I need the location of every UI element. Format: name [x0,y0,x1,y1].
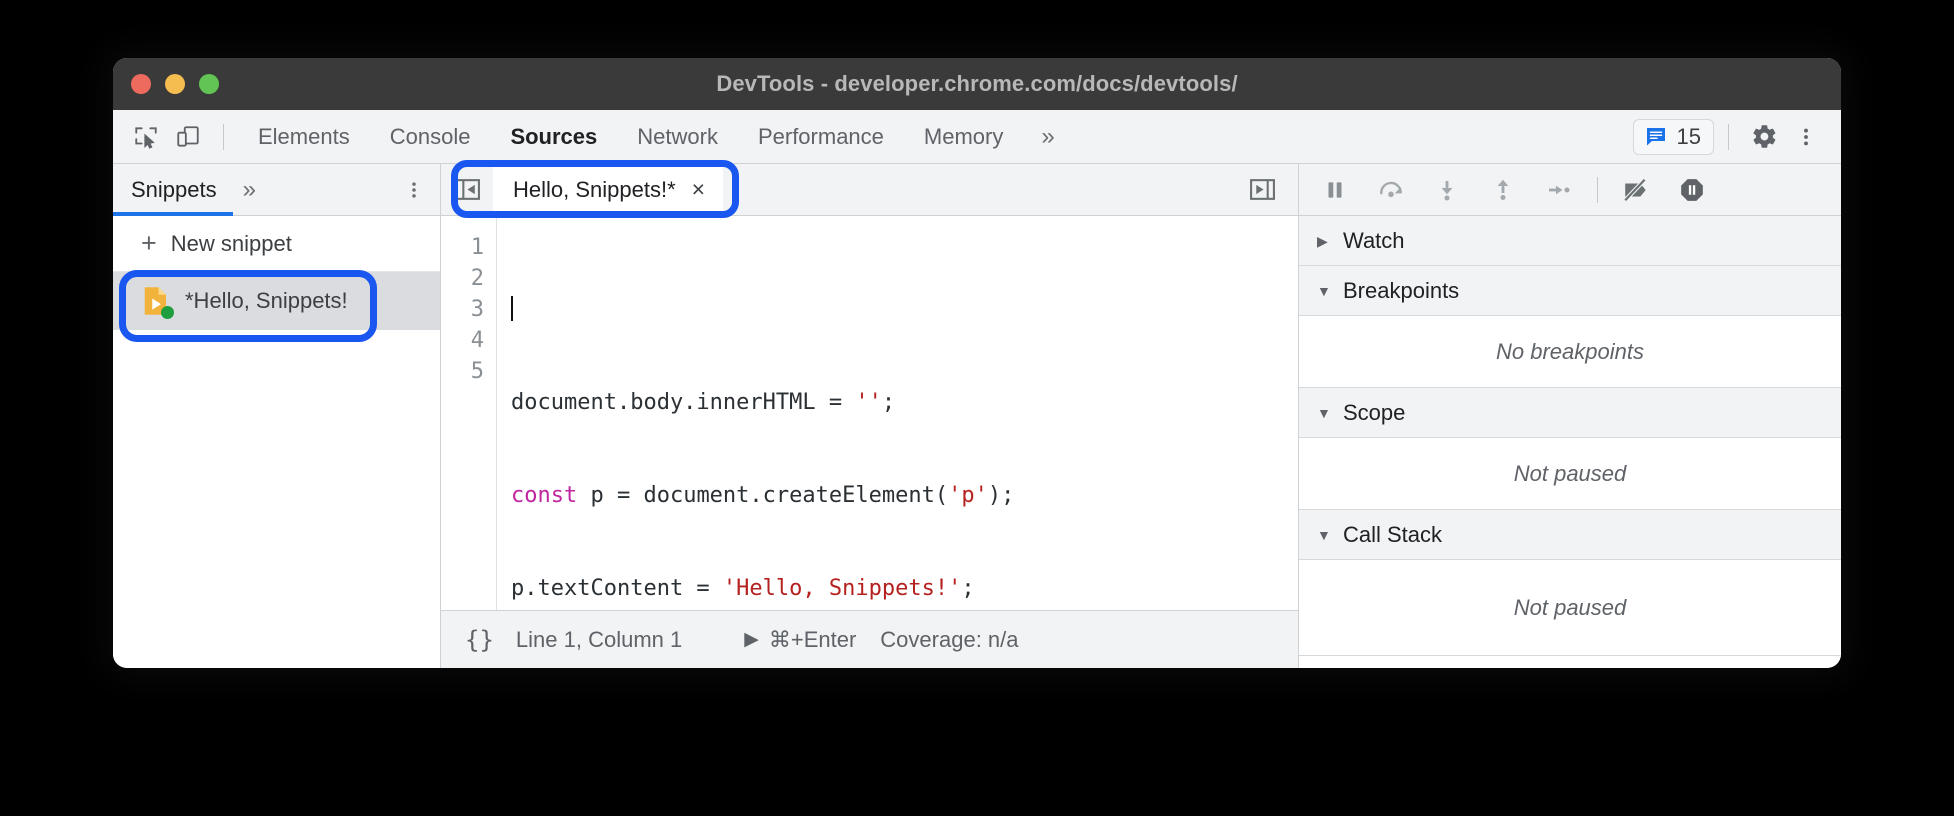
tab-elements[interactable]: Elements [238,110,370,163]
debugger-divider [1597,176,1598,203]
code-line-1 [511,294,1014,325]
window-titlebar: DevTools - developer.chrome.com/docs/dev… [113,58,1841,110]
scope-empty-message: Not paused [1299,438,1841,510]
close-icon[interactable]: × [692,178,705,201]
snippet-item-label: *Hello, Snippets! [185,288,348,313]
snippet-run-badge-icon [161,306,174,319]
line-number: 2 [470,266,484,291]
code-line-3: const p = document.createElement('p'); [511,483,1015,508]
section-title-scope: Scope [1343,399,1406,425]
editor-file-tab-label: Hello, Snippets!* [513,176,676,202]
issues-badge[interactable]: 15 [1632,118,1714,155]
expand-right-panel-icon[interactable] [1236,177,1288,202]
more-tabs-chevron-icon[interactable]: » [1023,123,1072,151]
navigator-tabbar: Snippets » [113,164,440,216]
toolbar-divider-2 [1728,123,1729,150]
debugger-section-breakpoints[interactable]: ▼ Breakpoints [1299,266,1841,316]
format-braces-icon[interactable]: {} [441,626,516,654]
pause-on-exceptions-button[interactable] [1664,168,1720,212]
play-icon: ▶ [744,629,759,650]
tab-performance[interactable]: Performance [738,110,904,163]
code-line-2: document.body.innerHTML = ''; [511,390,896,415]
coverage-label: Coverage: n/a [880,626,1019,652]
chevron-right-icon: ▶ [1317,232,1328,249]
navigator-pane: Snippets » + New snippet *Hello, Snippet… [113,164,441,668]
run-shortcut-label: ⌘+Enter [768,626,857,652]
code-editor[interactable]: 1 2 3 4 5 document.body.innerHTML = ''; … [441,216,1298,610]
toolbar-divider [223,123,224,150]
debugger-section-watch[interactable]: ▶ Watch [1299,216,1841,266]
line-number-gutter: 1 2 3 4 5 [441,216,497,610]
devtools-main-toolbar: Elements Console Sources Network Perform… [113,110,1841,164]
chevron-down-icon: ▼ [1317,526,1331,543]
call-stack-empty-message: Not paused [1299,560,1841,656]
line-number: 4 [470,328,484,353]
issues-message-icon [1646,127,1665,145]
tab-memory[interactable]: Memory [904,110,1023,163]
section-title-call-stack: Call Stack [1343,521,1443,547]
code-content[interactable]: document.body.innerHTML = ''; const p = … [497,216,1014,610]
chevron-down-icon: ▼ [1317,404,1331,421]
collapse-left-panel-icon[interactable] [441,177,493,202]
navigator-more-chevron-icon[interactable]: » [233,176,266,204]
panel-tabs: Elements Console Sources Network Perform… [238,110,1073,163]
line-number: 5 [470,359,484,384]
editor-tabbar-right [1236,177,1298,202]
debugger-toolbar [1299,164,1841,216]
section-title-breakpoints: Breakpoints [1343,277,1460,303]
editor-pane: Hello, Snippets!* × 1 2 3 4 5 document.b… [441,164,1299,668]
issues-count: 15 [1676,123,1701,149]
debugger-section-scope[interactable]: ▼ Scope [1299,388,1841,438]
debugger-section-call-stack[interactable]: ▼ Call Stack [1299,510,1841,560]
snippet-file-icon [143,286,174,319]
line-number: 1 [470,235,484,260]
resume-pause-button[interactable] [1307,168,1363,212]
tab-console[interactable]: Console [370,110,491,163]
minimize-window-button[interactable] [165,74,185,94]
new-snippet-button[interactable]: + New snippet [113,216,440,272]
new-snippet-label: New snippet [170,230,292,256]
navigator-tab-snippets[interactable]: Snippets [113,164,233,216]
step-into-button[interactable] [1419,168,1475,212]
line-number: 3 [470,297,484,322]
deactivate-breakpoints-button[interactable] [1608,168,1664,212]
editor-file-tab[interactable]: Hello, Snippets!* × [493,164,724,216]
section-title-watch: Watch [1343,227,1405,253]
step-button[interactable] [1531,168,1587,212]
tab-sources[interactable]: Sources [490,110,617,163]
sources-panel: Snippets » + New snippet *Hello, Snippet… [113,164,1841,668]
breakpoints-empty-message: No breakpoints [1299,316,1841,388]
navigator-kebab-icon[interactable] [404,180,424,200]
gear-icon[interactable] [1743,117,1785,157]
cursor-position-label: Line 1, Column 1 [515,626,683,652]
screenshot-root: DevTools - developer.chrome.com/docs/dev… [0,0,1954,816]
maximize-window-button[interactable] [199,74,219,94]
step-out-button[interactable] [1475,168,1531,212]
window-title: DevTools - developer.chrome.com/docs/dev… [716,71,1238,96]
inspect-element-icon[interactable] [125,117,167,157]
editor-tabbar: Hello, Snippets!* × [441,164,1298,216]
devtools-window: DevTools - developer.chrome.com/docs/dev… [113,58,1841,668]
toolbar-right-group: 15 [1632,117,1827,157]
chevron-down-icon: ▼ [1317,282,1331,299]
debugger-pane: ▶ Watch ▼ Breakpoints No breakpoints ▼ S… [1299,164,1841,668]
code-line-4: p.textContent = 'Hello, Snippets!'; [511,576,975,601]
text-caret [511,296,513,321]
plus-icon: + [141,228,157,258]
tab-network[interactable]: Network [617,110,738,163]
traffic-light-buttons [131,74,219,94]
step-over-button[interactable] [1363,168,1419,212]
close-window-button[interactable] [131,74,151,94]
device-toolbar-icon[interactable] [167,117,209,157]
vertical-dots-icon[interactable] [1785,117,1827,157]
editor-status-bar: {} Line 1, Column 1 ▶ ⌘+Enter Coverage: … [441,610,1298,668]
run-snippet-shortcut[interactable]: ▶ ⌘+Enter [744,627,880,653]
snippet-list-item[interactable]: *Hello, Snippets! [113,272,440,330]
